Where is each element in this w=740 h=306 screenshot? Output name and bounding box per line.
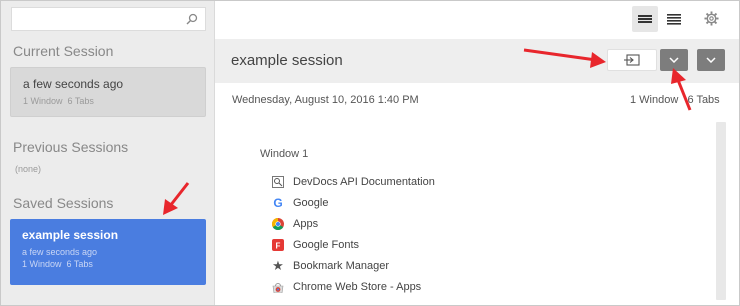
tab-label: Chrome Web Store - Apps: [293, 281, 422, 293]
star-icon: ★: [272, 258, 284, 273]
webstore-icon: [272, 281, 284, 293]
current-session-windows: 1 Window: [23, 96, 63, 106]
chevron-down-icon: [669, 57, 679, 63]
open-session-button[interactable]: [607, 49, 657, 71]
search-icon: [186, 13, 198, 25]
tab-label: Google Fonts: [293, 239, 360, 251]
scrollbar[interactable]: [716, 122, 726, 300]
tab-label: DevDocs API Documentation: [293, 176, 435, 188]
session-title: example session: [231, 52, 343, 69]
session-date: Wednesday, August 10, 2016 1:40 PM: [232, 94, 419, 106]
tab-item[interactable]: Chrome Web Store - Apps: [272, 278, 421, 296]
saved-session-title: example session: [22, 228, 119, 242]
session-header: example session: [215, 39, 739, 83]
current-session-time: a few seconds ago: [23, 77, 124, 91]
chrome-icon: [272, 218, 284, 230]
previous-sessions-empty: (none): [15, 164, 42, 174]
list-icon[interactable]: [661, 6, 687, 32]
saved-sessions-heading: Saved Sessions: [13, 195, 114, 211]
sidebar: Current Session a few seconds ago 1 Wind…: [1, 1, 215, 305]
tab-item[interactable]: ★ Bookmark Manager: [272, 257, 389, 275]
previous-sessions-heading: Previous Sessions: [13, 139, 129, 155]
annotation-arrow-icon: [523, 48, 606, 68]
saved-session-tabs: 6 Tabs: [66, 259, 93, 269]
saved-session-time: a few seconds ago: [22, 247, 98, 257]
tab-item[interactable]: F Google Fonts: [272, 236, 359, 254]
current-session-tabs: 6 Tabs: [67, 96, 94, 106]
more-options-button[interactable]: [697, 49, 725, 71]
annotation-arrow-icon: [671, 68, 692, 111]
search-input[interactable]: [11, 7, 206, 31]
svg-text:F: F: [276, 242, 281, 251]
current-session-card[interactable]: a few seconds ago 1 Window 6 Tabs: [10, 67, 206, 117]
list-compact-icon[interactable]: [632, 6, 658, 32]
tab-item[interactable]: DevDocs API Documentation: [272, 173, 435, 191]
current-session-heading: Current Session: [13, 43, 114, 59]
tab-label: Bookmark Manager: [293, 260, 389, 272]
tab-label: Apps: [293, 218, 319, 230]
tab-item[interactable]: G Google: [272, 194, 328, 212]
chevron-down-icon: [706, 57, 716, 63]
saved-session-windows: 1 Window: [22, 259, 62, 269]
tab-item[interactable]: Apps: [272, 215, 318, 233]
gear-icon[interactable]: [698, 5, 724, 31]
google-fonts-icon: F: [272, 239, 284, 251]
window-label: Window 1: [260, 148, 309, 160]
google-icon: G: [273, 196, 283, 210]
tab-label: Google: [293, 197, 329, 209]
saved-session-card[interactable]: example session a few seconds ago 1 Wind…: [10, 219, 206, 285]
open-in-window-icon: [624, 54, 640, 66]
annotation-arrow-icon: [163, 182, 190, 215]
devdocs-icon: [272, 176, 284, 188]
